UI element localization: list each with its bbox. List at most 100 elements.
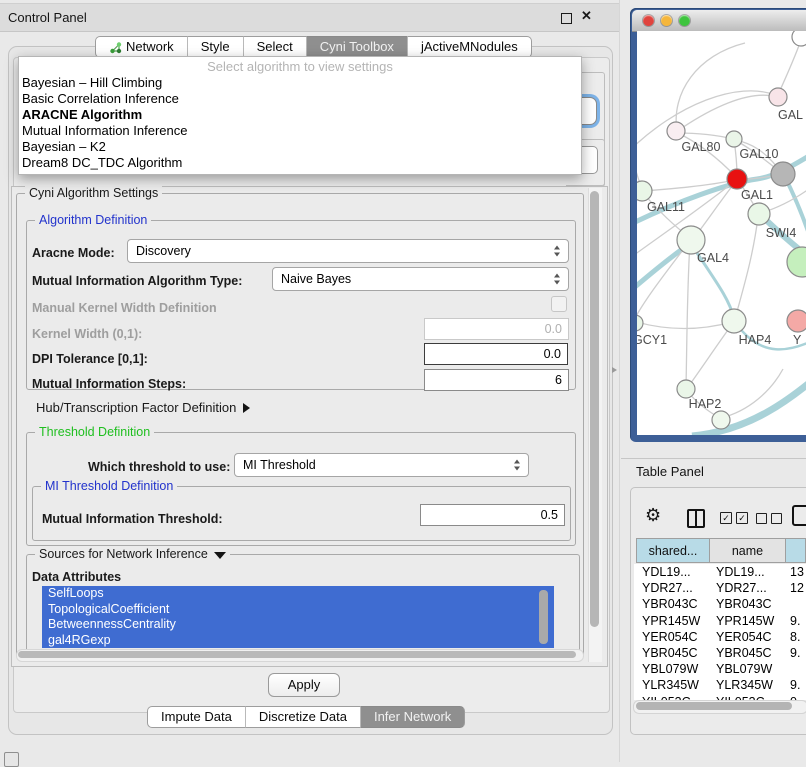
table-row[interactable]: YPR145WYPR145W9. [634,613,806,629]
list-item-topologicalcoefficient[interactable]: TopologicalCoefficient [42,602,554,618]
column-header-partial[interactable] [785,538,806,563]
network-canvas[interactable]: GALGAL80GAL10GAL1GAL11SWI4GAL4GCY1HAP4YH… [637,31,806,435]
tab-select[interactable]: Select [243,36,306,58]
dropdown-option-aracne-algorithm[interactable]: ARACNE Algorithm [19,107,581,123]
table-cell: YDL19... [716,564,765,580]
panel-grip-icon[interactable] [4,752,19,767]
table-row[interactable]: YDR27...YDR27...12 [634,580,806,596]
table-rows[interactable]: YDL19...YDL19...13YDR27...YDR27...12YBR0… [634,564,806,700]
zoom-traffic-light-icon[interactable] [679,15,690,26]
splitter-arrow-icon[interactable] [612,367,617,373]
checked-box-icon[interactable]: ✓ [720,512,732,524]
network-edge [676,43,745,131]
mi-steps-field[interactable]: 6 [424,369,569,391]
dpi-tolerance-field[interactable]: 0.0 [424,343,568,365]
network-window-titlebar[interactable] [632,10,806,32]
dropdown-option-dream8-dc-tdc-algorithm[interactable]: Dream8 DC_TDC Algorithm [19,155,581,171]
checked-box-icon[interactable]: ✓ [736,512,748,524]
table-cell: YBL079W [642,661,698,677]
list-item-selfloops[interactable]: SelfLoops [42,586,554,602]
table-row[interactable]: YBR043CYBR043C [634,596,806,612]
which-threshold-combo[interactable]: MI Threshold [234,453,529,477]
node-gal-pink[interactable] [769,88,787,106]
columns-icon[interactable] [687,509,705,528]
table-row[interactable]: YLR345WYLR345W9. [634,677,806,693]
node-gal10[interactable] [726,131,742,147]
horizontal-scrollbar-thumb[interactable] [18,651,576,658]
algorithm-dropdown-popup: Select algorithm to view settings Bayesi… [18,56,582,175]
node-bottom-partial[interactable] [712,411,730,429]
list-item-betweennesscentrality[interactable]: BetweennessCentrality [42,617,554,633]
node-label-gcy1: GCY1 [637,333,667,347]
data-attributes-list[interactable]: SelfLoopsTopologicalCoefficientBetweenne… [42,586,554,648]
tab-infer-network[interactable]: Infer Network [360,706,465,728]
group-title: Cyni Algorithm Settings [25,186,162,200]
list-scrollbar-thumb[interactable] [539,590,548,644]
node-gcy1[interactable] [637,315,643,331]
node-gray[interactable] [771,162,795,186]
node-gal4[interactable] [677,226,705,254]
settings-vertical-scrollbar-thumb[interactable] [590,191,599,627]
mi-type-combo[interactable]: Naive Bayes [272,267,569,291]
node-swi4[interactable] [748,203,770,225]
list-item-gal4rgexp[interactable]: gal4RGexp [42,633,554,649]
kernel-width-label: Kernel Width (0,1): [32,327,142,341]
table-cell: YBR045C [716,645,772,661]
dpi-tolerance-label: DPI Tolerance [0,1]: [32,352,148,366]
table-cell: YDR27... [716,580,767,596]
table-row[interactable]: YDL19...YDL19...13 [634,564,806,580]
table-row[interactable]: YER054CYER054C8. [634,629,806,645]
mi-type-label: Mutual Information Algorithm Type: [32,274,242,288]
manual-kernel-checkbox[interactable] [551,296,567,312]
table-horizontal-scrollbar-thumb[interactable] [636,702,792,710]
column-header-shared[interactable]: shared... [636,538,710,563]
close-icon[interactable]: ✕ [581,8,592,24]
tab-cyni-toolbox[interactable]: Cyni Toolbox [306,36,407,58]
table-panel-separator [621,458,806,459]
close-traffic-light-icon[interactable] [643,15,654,26]
float-window-icon[interactable] [561,13,572,24]
table-row[interactable]: YBL079WYBL079W [634,661,806,677]
mi-threshold-field[interactable]: 0.5 [420,504,565,526]
tab-discretize-data[interactable]: Discretize Data [245,706,360,728]
dropdown-option-bayesian-hill-climbing[interactable]: Bayesian – Hill Climbing [19,75,581,91]
kernel-width-field[interactable]: 0.0 [424,318,569,340]
mi-steps-label: Mutual Information Steps: [32,377,186,391]
group-title: Threshold Definition [35,425,154,439]
node-hap2[interactable] [677,380,695,398]
tab-jactivemnodules[interactable]: jActiveMNodules [407,36,532,58]
node-gal80[interactable] [667,122,685,140]
node-gal11[interactable] [637,181,652,201]
dropdown-option-bayesian-k2[interactable]: Bayesian – K2 [19,139,581,155]
gear-icon[interactable]: ⚙ [645,506,661,524]
node-gal1[interactable] [727,169,747,189]
table-cell: 12 [790,580,804,596]
node-label-gal: GAL [778,108,803,122]
group-title: MI Threshold Definition [41,479,177,493]
node-top-partial[interactable] [792,31,806,46]
dropdown-options: Bayesian – Hill ClimbingBasic Correlatio… [19,75,581,171]
tab-network[interactable]: Network [95,36,187,58]
dropdown-option-mutual-information-inference[interactable]: Mutual Information Inference [19,123,581,139]
node-salmon[interactable] [787,310,806,332]
network-edge [676,95,777,132]
hub-definition-toggle[interactable]: Hub/Transcription Factor Definition [36,400,250,415]
column-header-name[interactable]: name [709,538,786,563]
network-edge [677,133,733,139]
node-big-green[interactable] [787,247,806,277]
tab-impute-data[interactable]: Impute Data [147,706,245,728]
tab-style[interactable]: Style [187,36,243,58]
minimize-traffic-light-icon[interactable] [661,15,672,26]
table-row[interactable]: YBR045CYBR045C9. [634,645,806,661]
apply-button[interactable]: Apply [268,673,340,697]
collapsed-arrow-icon[interactable] [243,403,250,413]
new-table-icon[interactable] [792,505,806,526]
expanded-arrow-icon[interactable] [214,552,226,559]
unchecked-box-icon[interactable] [771,513,782,524]
node-label-swi4: SWI4 [766,226,797,240]
dropdown-option-basic-correlation-inference[interactable]: Basic Correlation Inference [19,91,581,107]
unchecked-box-icon[interactable] [756,513,767,524]
aracne-mode-combo[interactable]: Discovery [127,239,569,263]
combo-stepper-icon [554,246,561,257]
node-hap4[interactable] [722,309,746,333]
